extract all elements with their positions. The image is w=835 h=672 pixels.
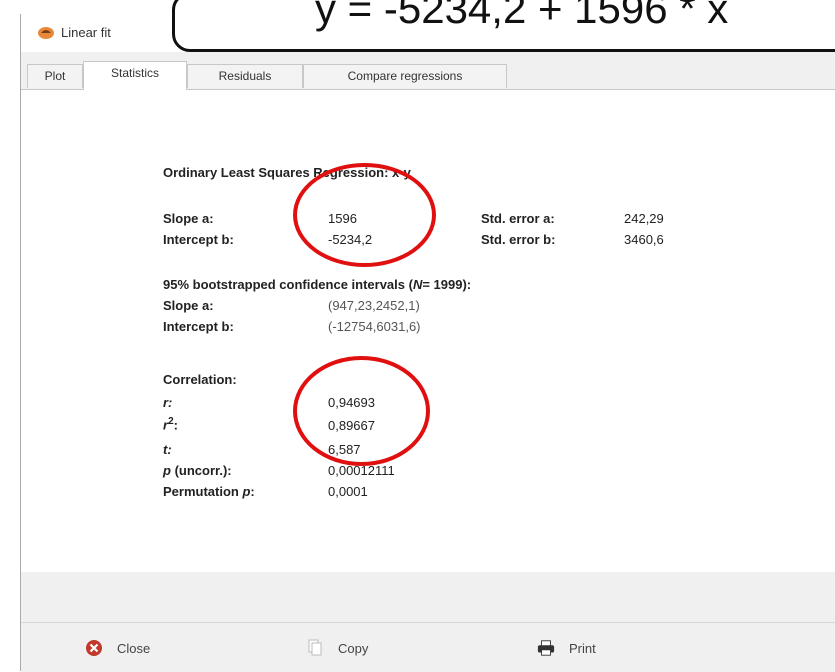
tab-plot[interactable]: Plot [27, 64, 83, 88]
print-label: Print [569, 640, 596, 656]
copy-button[interactable]: Copy [306, 637, 368, 659]
close-label: Close [117, 640, 151, 656]
print-button[interactable]: Print [537, 637, 596, 659]
printer-icon [537, 640, 555, 656]
tab-statistics[interactable]: Statistics [83, 61, 187, 90]
copy-icon [308, 639, 322, 656]
std-error-b-label: Std. error b: [481, 232, 556, 247]
intercept-label: Intercept b: [163, 232, 234, 247]
correlation-heading: Correlation: [163, 372, 237, 387]
ci-intercept-value: (-12754,6031,6) [328, 319, 421, 334]
tab-compare-regressions[interactable]: Compare regressions [303, 64, 507, 88]
ci-slope-value: (947,23,2452,1) [328, 298, 420, 313]
r-label: r: [163, 395, 173, 410]
window-title: Linear fit [61, 25, 111, 40]
status-area [21, 572, 835, 622]
r2-label: r2: [163, 416, 178, 433]
std-error-a-value: 242,29 [624, 211, 664, 226]
copy-label: Copy [338, 640, 369, 656]
tab-strip: Plot Statistics Residuals Compare regres… [21, 61, 835, 90]
permutation-p-label: Permutation p: [163, 484, 255, 499]
equation-callout: y = -5234,2 + 1596 * x [172, 0, 835, 52]
std-error-b-value: 3460,6 [624, 232, 664, 247]
std-error-a-label: Std. error a: [481, 211, 555, 226]
slope-label: Slope a: [163, 211, 214, 226]
bootstrap-ci-heading: 95% bootstrapped confidence intervals (N… [163, 277, 472, 292]
tab-residuals[interactable]: Residuals [187, 64, 303, 88]
equation-text: y = -5234,2 + 1596 * x [315, 0, 729, 32]
app-icon [38, 27, 54, 39]
close-button[interactable]: Close [85, 637, 150, 659]
close-icon [86, 640, 102, 656]
highlight-circle-slope-intercept [293, 163, 436, 267]
p-uncorr-label: p (uncorr.): [163, 463, 232, 478]
ci-slope-label: Slope a: [163, 298, 214, 313]
button-bar: Close Copy Print [21, 622, 835, 672]
highlight-circle-correlation [293, 356, 430, 466]
ci-intercept-label: Intercept b: [163, 319, 234, 334]
statistics-pane: Ordinary Least Squares Regression: x-y S… [21, 89, 835, 574]
linear-fit-window: Linear fit Plot Statistics Residuals Com… [20, 14, 835, 672]
t-label: t: [163, 442, 172, 457]
permutation-p-value: 0,0001 [328, 484, 368, 499]
